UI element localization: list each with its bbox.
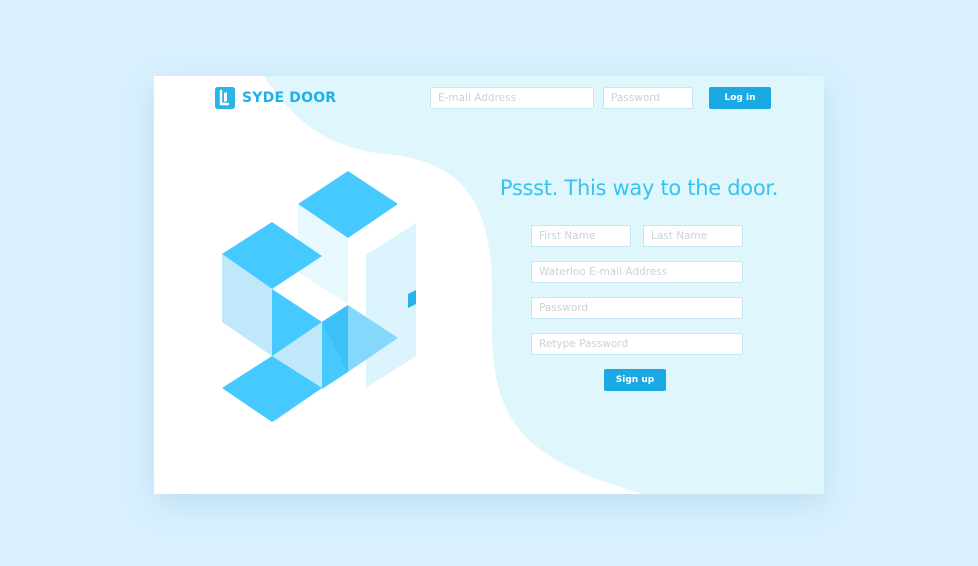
login-card: SYDE DOOR Log in Pssst. This way to the … — [154, 76, 824, 494]
header-email-input[interactable] — [430, 87, 594, 109]
signup-button[interactable]: Sign up — [604, 369, 666, 391]
header-password-input[interactable] — [603, 87, 693, 109]
signup-headline: Pssst. This way to the door. — [499, 176, 779, 200]
waterloo-email-input[interactable] — [531, 261, 743, 283]
signup-password-input[interactable] — [531, 297, 743, 319]
isometric-cubes-illustration — [222, 171, 416, 422]
retype-password-input[interactable] — [531, 333, 743, 355]
login-button[interactable]: Log in — [709, 87, 771, 109]
last-name-input[interactable] — [643, 225, 743, 247]
first-name-input[interactable] — [531, 225, 631, 247]
